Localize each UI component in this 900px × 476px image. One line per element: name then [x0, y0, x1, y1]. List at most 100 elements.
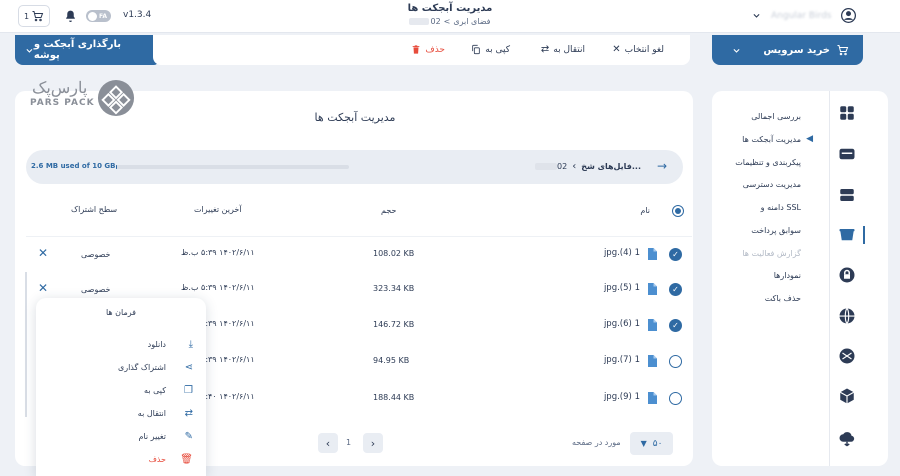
user-avatar-icon	[841, 8, 857, 23]
copy-to-label: کپی به	[485, 44, 510, 55]
breadcrumb: 02 < فضای ابری	[400, 17, 500, 26]
chevron-left-icon: ‹	[572, 161, 577, 172]
sidebar-item[interactable]: دامنه و SSL	[761, 203, 801, 212]
row-selection-indicator	[25, 272, 27, 417]
path-folder[interactable]: فایل‌های شخ...	[581, 162, 641, 171]
sidebar-item-label: گزارش فعالیت ها	[742, 249, 801, 258]
sidebar-item[interactable]: نمودارها	[774, 271, 801, 280]
page-title: مدیریت آبجکت ها	[407, 3, 493, 14]
cube-icon[interactable]	[838, 387, 856, 405]
cart-icon	[837, 45, 849, 56]
per-page-select[interactable]: ▼ ۵۰	[630, 432, 673, 455]
arrow-right-icon[interactable]: →	[657, 159, 667, 173]
breadcrumb-root[interactable]: فضای ابری	[453, 17, 490, 26]
sidebar-item[interactable]: مدیریت آبجکت ها ◀	[742, 134, 813, 144]
chevron-down-icon	[753, 13, 760, 18]
column-modified[interactable]: آخرین تغییرات	[194, 205, 242, 214]
select-all-checkbox[interactable]	[672, 205, 684, 217]
sidebar-item[interactable]: حذف باکت	[765, 294, 801, 303]
storage-progress-fill	[116, 165, 117, 169]
page-number[interactable]: 1	[346, 438, 351, 447]
file-icon	[648, 319, 657, 331]
storage-icon[interactable]	[838, 226, 856, 244]
database-icon[interactable]	[838, 186, 856, 204]
context-menu-item-label: انتقال به	[137, 409, 166, 418]
copy-to-button[interactable]: کپی به	[471, 44, 510, 55]
next-page-button[interactable]: ›	[363, 433, 383, 453]
row-name[interactable]: 1 (4).jpg	[604, 248, 640, 258]
sidebar-item-label: دامنه و SSL	[760, 203, 801, 212]
globe-icon[interactable]	[838, 307, 856, 325]
row-name[interactable]: 1 (5).jpg	[604, 283, 640, 293]
file-icon	[648, 283, 657, 295]
sidebar-item[interactable]: سوابق پرداخت	[751, 226, 801, 235]
swap-icon: ⇄	[540, 44, 550, 55]
sidebar-item-label: بررسی اجمالی	[751, 112, 801, 121]
column-size[interactable]: حجم	[381, 206, 396, 215]
close-icon[interactable]: ✕	[38, 281, 48, 295]
network-icon[interactable]	[838, 347, 856, 365]
main-title: مدیریت آبجکت ها	[314, 111, 396, 124]
chevron-down-icon: ▼	[640, 439, 647, 448]
table-row[interactable]: ✓ 1 (4).jpg 108.02 KB ۱۴۰۲/۶/۱۱ ۵:۳۹ ب.ظ خصو…	[26, 236, 692, 272]
top-bar: 1 FA v1.3.4 مدیریت آبجکت ها 02 < فضای اب…	[0, 0, 900, 33]
sidebar-item[interactable]: بررسی اجمالی	[751, 112, 801, 121]
upload-button[interactable]: بارگذاری آبجکت و پوشه	[15, 35, 158, 65]
path-bar: → 02 ‹ فایل‌های شخ... 2.6 MB used of 10 …	[26, 150, 683, 184]
buy-service-button[interactable]: خرید سرویس	[712, 35, 863, 65]
logo: پارس‌پک PARS PACK	[28, 78, 138, 118]
context-menu-item-label: اشتراک گذاری	[117, 363, 166, 372]
sidebar-item-label: سوابق پرداخت	[751, 226, 801, 235]
row-checkbox[interactable]	[669, 392, 682, 405]
row-name[interactable]: 1 (7).jpg	[604, 355, 640, 365]
cloud-icon[interactable]	[838, 429, 856, 447]
server-icon[interactable]	[838, 145, 856, 163]
column-name[interactable]: نام	[640, 206, 650, 215]
sidebar-item-label: نمودارها	[773, 271, 801, 280]
chevron-left-icon: ‹	[325, 436, 331, 450]
caret-left-icon: ◀	[806, 134, 813, 144]
bell-icon[interactable]	[64, 9, 77, 23]
delete-label: حذف	[425, 44, 445, 55]
language-label: FA	[99, 12, 108, 20]
row-size: 188.44 KB	[373, 393, 415, 402]
storage-used-label: 2.6 MB used of 10 GB	[31, 162, 116, 170]
move-to-button[interactable]: ⇄ انتقال به	[541, 44, 585, 55]
sidebar-item-label: مدیریت آبجکت ها	[742, 135, 801, 144]
row-checkbox-checked[interactable]: ✓	[669, 319, 682, 332]
rail-active-indicator	[863, 226, 865, 244]
language-toggle[interactable]: FA	[86, 10, 111, 22]
deselect-button[interactable]: ✕ لغو انتخاب	[612, 44, 664, 55]
cart-icon	[32, 11, 44, 22]
row-modified: ۱۴۰۲/۶/۱۱ ۵:۳۹ ب.ظ	[181, 248, 255, 257]
user-name: Angular Birds	[771, 10, 832, 21]
download-icon: ⤓	[188, 339, 193, 350]
selection-toolbar: ✕ لغو انتخاب ⇄ انتقال به کپی به حذف	[153, 35, 690, 65]
breadcrumb-bucket[interactable]: 02	[409, 17, 441, 26]
move-to-label: انتقال به	[553, 44, 585, 55]
close-icon[interactable]: ✕	[38, 246, 48, 260]
delete-button[interactable]: حذف	[411, 44, 445, 55]
deselect-label: لغو انتخاب	[624, 44, 664, 55]
lock-icon[interactable]	[838, 266, 856, 284]
copy-icon: ❐	[184, 385, 193, 396]
cart-button[interactable]: 1	[18, 5, 50, 27]
row-checkbox-checked[interactable]: ✓	[669, 248, 682, 261]
dashboard-icon[interactable]	[838, 104, 856, 122]
row-name[interactable]: 1 (6).jpg	[604, 319, 640, 329]
prev-page-button[interactable]: ‹	[318, 433, 338, 453]
file-icon	[648, 392, 657, 404]
row-share-level: خصوصی	[81, 285, 111, 294]
row-checkbox-checked[interactable]: ✓	[669, 283, 682, 296]
sidebar-item[interactable]: پیکربندی و تنظیمات	[735, 158, 801, 167]
column-share[interactable]: سطح اشتراک	[71, 205, 117, 214]
swap-icon: ⇄	[184, 408, 193, 419]
path-bucket[interactable]: 02	[535, 162, 567, 171]
sidebar-item-label: پیکربندی و تنظیمات	[735, 158, 801, 167]
sidebar-item[interactable]: مدیریت دسترسی	[743, 180, 801, 189]
row-name[interactable]: 1 (9).jpg	[604, 392, 640, 402]
sidebar-item[interactable]: گزارش فعالیت ها	[742, 249, 801, 258]
pagination: ‹ 1 › مورد در صفحه ▼ ۵۰	[26, 431, 692, 457]
row-checkbox[interactable]	[669, 355, 682, 368]
user-menu[interactable]: Angular Birds	[752, 8, 857, 23]
